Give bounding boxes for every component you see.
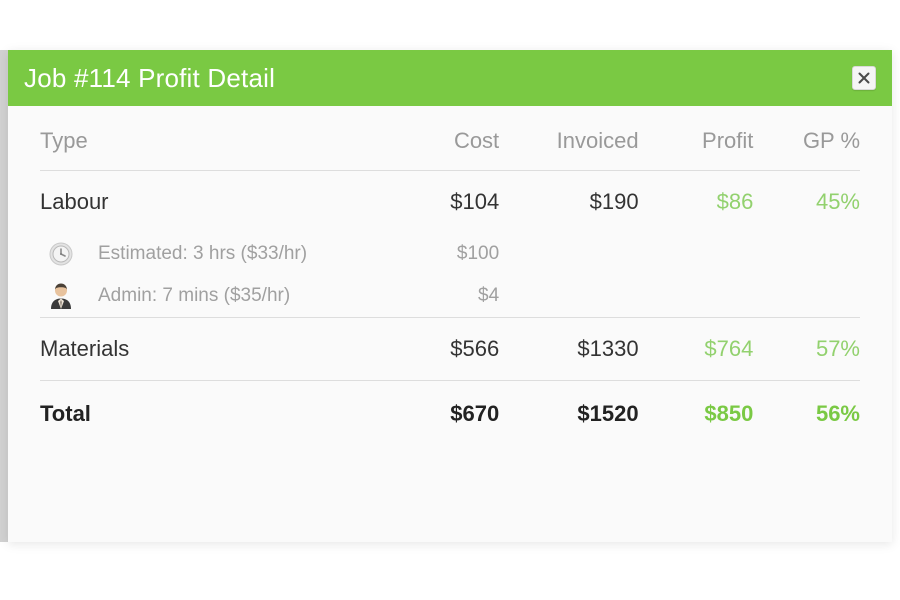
cell-profit: $850	[638, 380, 754, 445]
cell-cost: $566	[368, 317, 500, 381]
table-row: Materials $566 $1330 $764 57%	[40, 317, 860, 381]
table-body: Labour $104 $190 $86 45% Estimated: 3 hr…	[40, 171, 860, 445]
profit-detail-dialog: Job #114 Profit Detail Type Cost Invoice…	[8, 50, 892, 542]
cell-cost: $104	[450, 189, 500, 214]
close-button[interactable]	[852, 66, 876, 90]
column-header-cost: Cost	[368, 106, 500, 171]
sub-row-text: Admin: 7 mins ($35/hr)	[98, 285, 291, 306]
table-header: Type Cost Invoiced Profit GP %	[40, 106, 860, 171]
table-header-row: Type Cost Invoiced Profit GP %	[40, 106, 860, 171]
admin-user-icon	[48, 283, 74, 309]
cell-gp	[753, 233, 860, 275]
cell-type: Materials	[40, 317, 368, 381]
sub-row-label-group: Estimated: 3 hrs ($33/hr)	[40, 241, 368, 267]
cell-invoiced	[499, 275, 638, 318]
table-row: Labour $104 $190 $86 45%	[40, 171, 860, 234]
column-header-profit: Profit	[638, 106, 754, 171]
app-root: Job #114 Profit Detail Type Cost Invoice…	[0, 0, 900, 600]
column-header-invoiced: Invoiced	[499, 106, 639, 171]
column-header-type: Type	[40, 106, 368, 171]
cell-invoiced	[499, 233, 638, 275]
profit-detail-table: Type Cost Invoiced Profit GP % Labour $1…	[40, 106, 860, 445]
cell-type: Admin: 7 mins ($35/hr)	[40, 275, 368, 318]
cell-profit: $86	[716, 189, 754, 214]
cell-gp	[753, 275, 860, 318]
column-header-gp: GP %	[753, 106, 860, 171]
cell-invoiced: $1330	[499, 317, 639, 381]
dialog-title: Job #114 Profit Detail	[24, 63, 276, 93]
cell-type: Labour	[40, 189, 109, 214]
cell-invoiced: $1520	[499, 380, 639, 445]
cell-cost: $4	[478, 285, 500, 306]
cell-cost: $670	[368, 380, 500, 445]
table-subrow-estimated: Estimated: 3 hrs ($33/hr) $100	[40, 233, 860, 275]
clock-icon	[48, 241, 74, 267]
dialog-header: Job #114 Profit Detail	[8, 50, 892, 106]
cell-profit	[639, 233, 754, 275]
cell-gp: 56%	[753, 380, 860, 445]
sub-row-label-group: Admin: 7 mins ($35/hr)	[40, 283, 368, 309]
cell-type: Total	[40, 380, 368, 445]
table-row-total: Total $670 $1520 $850 56%	[40, 380, 860, 445]
cell-profit: $764	[638, 317, 754, 381]
cell-gp: 45%	[815, 189, 860, 214]
cell-gp: 57%	[753, 317, 860, 381]
close-icon	[857, 71, 871, 85]
cell-cost: $100	[456, 243, 500, 264]
table-subrow-admin: Admin: 7 mins ($35/hr) $4	[40, 275, 860, 318]
cell-invoiced: $190	[589, 189, 639, 214]
dialog-body: Type Cost Invoiced Profit GP % Labour $1…	[8, 106, 892, 542]
sub-row-text: Estimated: 3 hrs ($33/hr)	[98, 243, 308, 264]
cell-profit	[639, 275, 754, 318]
cell-type: Estimated: 3 hrs ($33/hr)	[40, 233, 368, 275]
